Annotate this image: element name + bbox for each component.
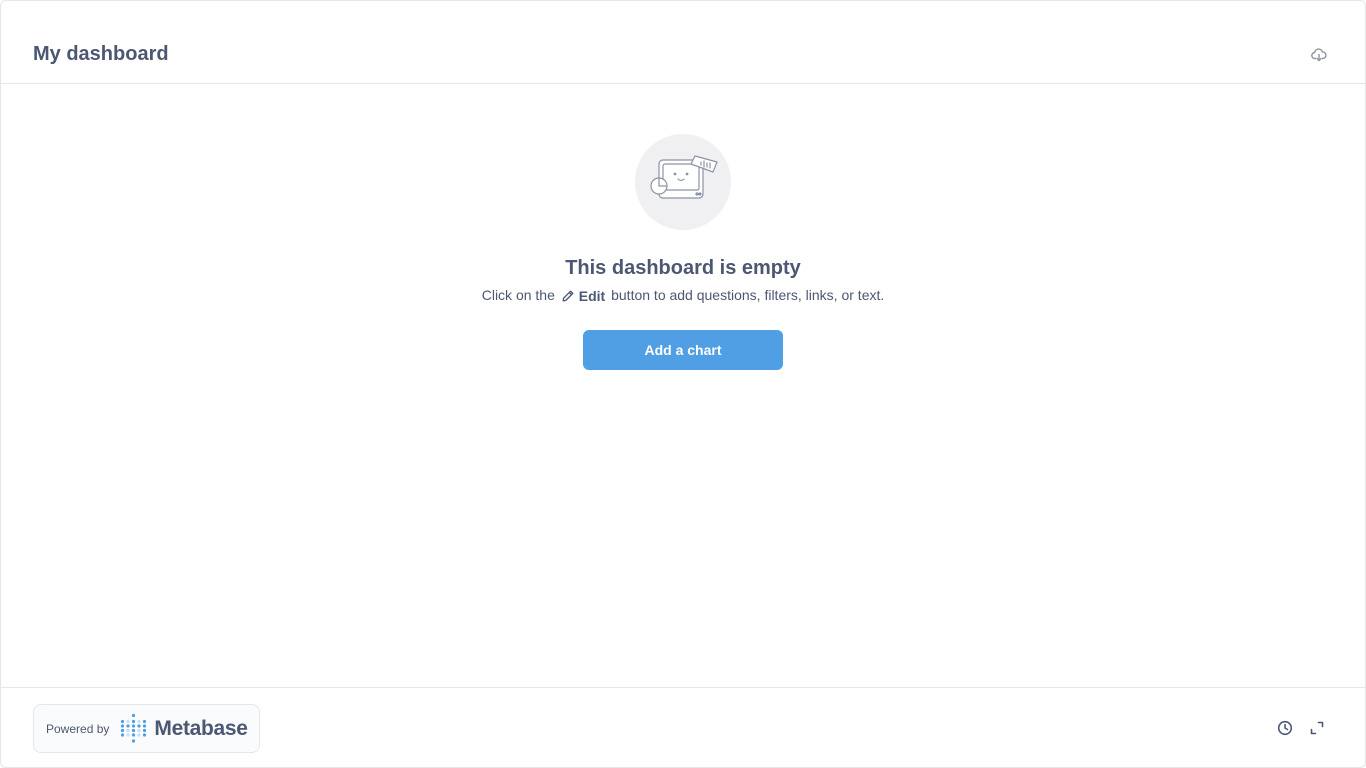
expand-icon [1310, 721, 1324, 735]
description-start: Click on the [481, 287, 555, 303]
empty-state-title: This dashboard is empty [565, 257, 801, 279]
clock-icon [1277, 720, 1293, 736]
add-chart-button[interactable]: Add a chart [583, 330, 783, 370]
edit-reference: Edit [561, 286, 605, 306]
description-end: button to add questions, filters, links,… [611, 287, 885, 303]
powered-by-metabase-badge[interactable]: Powered by Metabase [33, 704, 260, 753]
cloud-download-icon [1311, 48, 1327, 62]
edit-label: Edit [578, 288, 606, 305]
metabase-logo-icon [121, 713, 147, 743]
empty-state-description: Click on the Edit button to add question… [1, 285, 1365, 306]
empty-dashboard-illustration [635, 134, 731, 230]
metabase-logo: Metabase [120, 713, 248, 744]
pencil-icon [562, 290, 574, 302]
history-button[interactable] [1276, 719, 1294, 737]
dashboard-footer: Powered by Metabase [1, 687, 1365, 767]
dashboard-header: My dashboard [1, 1, 1365, 84]
metabase-brand-name: Metabase [154, 716, 248, 740]
fullscreen-button[interactable] [1308, 719, 1326, 737]
dashboard-frame: My dashboard This dashboard is empty Cli… [0, 0, 1366, 768]
page-title: My dashboard [33, 43, 169, 65]
download-button[interactable] [1309, 45, 1329, 65]
powered-by-label: Powered by [46, 721, 110, 736]
empty-state: This dashboard is empty Click on the Edi… [1, 84, 1365, 688]
